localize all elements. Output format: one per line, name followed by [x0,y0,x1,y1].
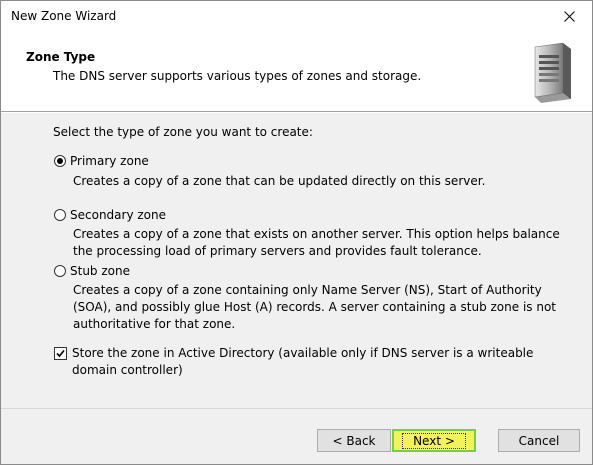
next-button-label: Next > [402,432,466,449]
zone-type-prompt: Select the type of zone you want to crea… [53,125,313,139]
checkmark-icon [56,349,65,358]
radio-secondary-zone[interactable]: Secondary zone [54,208,166,222]
radio-label: Secondary zone [70,208,166,222]
secondary-zone-description: Creates a copy of a zone that exists on … [73,227,560,258]
radio-button[interactable] [54,209,66,221]
wizard-header: Zone Type The DNS server supports variou… [1,31,592,112]
store-in-ad-checkbox-row[interactable]: Store the zone in Active Directory (avai… [54,346,574,379]
title-bar[interactable]: New Zone Wizard [1,1,592,31]
server-icon [534,42,571,103]
window-title: New Zone Wizard [11,9,117,23]
radio-dot [57,158,63,164]
radio-label: Stub zone [70,264,130,278]
page-title: Zone Type [26,50,96,64]
close-button[interactable] [546,1,592,31]
radio-button[interactable] [54,265,66,277]
radio-label: Primary zone [70,154,149,168]
footer-divider [1,408,592,409]
page-subtitle: The DNS server supports various types of… [53,69,422,83]
next-button[interactable]: Next > [392,429,476,452]
back-button[interactable]: < Back [317,429,391,452]
wizard-content: Select the type of zone you want to crea… [1,113,592,403]
cancel-button-label: Cancel [518,433,560,448]
cancel-button[interactable]: Cancel [498,429,580,452]
store-in-ad-checkbox[interactable] [54,347,67,360]
wizard-window: New Zone Wizard Zone Type The DNS server… [0,0,593,465]
radio-primary-zone[interactable]: Primary zone [54,154,149,168]
primary-zone-description: Creates a copy of a zone that can be upd… [73,174,486,188]
radio-stub-zone[interactable]: Stub zone [54,264,130,278]
radio-button[interactable] [54,155,66,167]
store-in-ad-label: Store the zone in Active Directory (avai… [72,346,534,377]
stub-zone-description: Creates a copy of a zone containing only… [73,283,556,331]
close-icon [563,10,575,22]
back-button-label: < Back [332,433,376,448]
